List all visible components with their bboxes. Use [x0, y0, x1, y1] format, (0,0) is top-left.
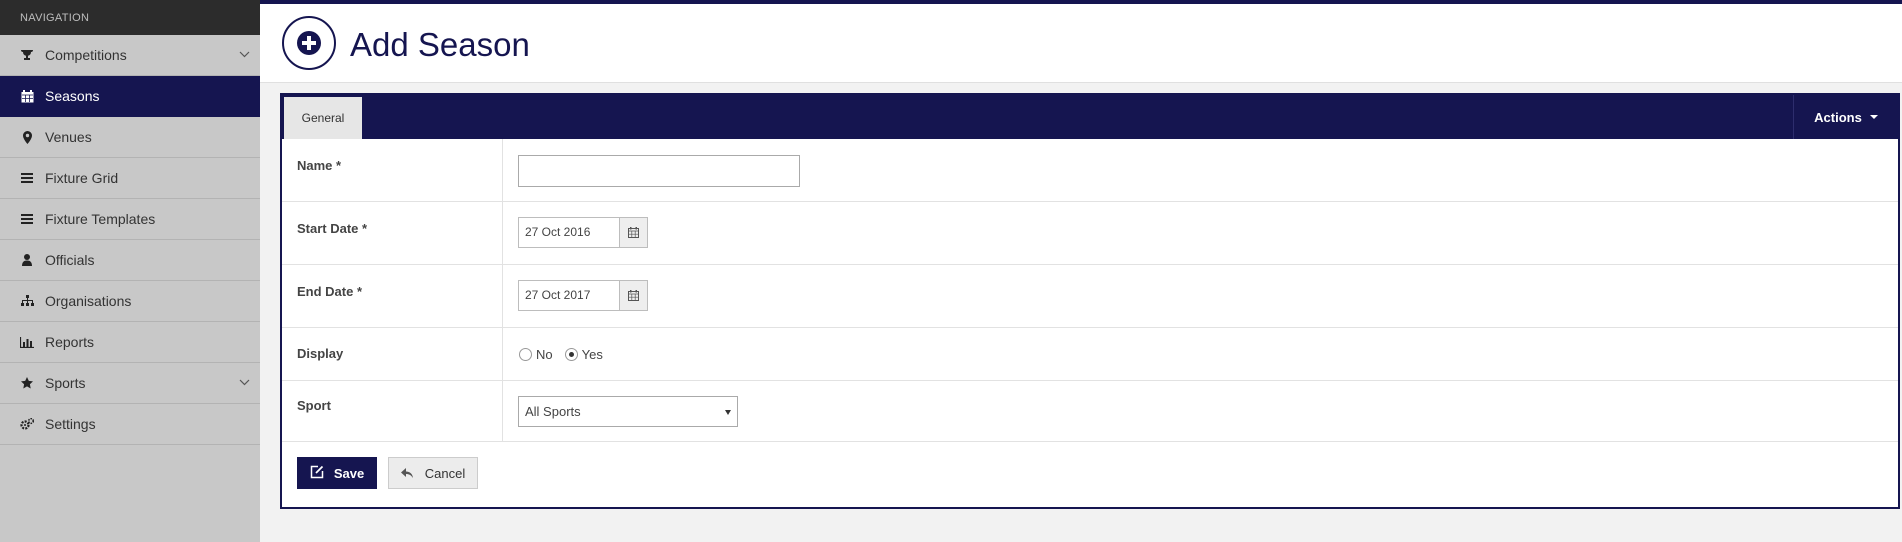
calendar-icon[interactable] — [619, 218, 647, 247]
sport-label: Sport — [297, 398, 331, 413]
start-date-picker: 27 Oct 2016 — [518, 217, 648, 248]
sidebar-item-organisations[interactable]: Organisations — [0, 281, 260, 322]
bar-chart-icon — [19, 334, 35, 350]
reply-icon — [400, 466, 413, 481]
actions-label: Actions — [1814, 109, 1862, 125]
start-date-field[interactable]: 27 Oct 2016 — [519, 218, 619, 247]
row-divider — [502, 381, 503, 441]
sidebar-item-sports[interactable]: Sports — [0, 363, 260, 404]
save-button[interactable]: Save — [297, 457, 377, 489]
end-date-picker: 27 Oct 2017 — [518, 280, 648, 311]
display-option-no[interactable]: No — [519, 347, 553, 362]
tab-general[interactable]: General — [284, 97, 362, 139]
plus-circle-icon — [282, 16, 336, 70]
page-title: Add Season — [350, 26, 530, 63]
sidebar-item-label: Organisations — [45, 293, 132, 309]
sitemap-icon — [19, 293, 35, 309]
map-marker-icon — [19, 129, 35, 145]
sidebar-item-label: Fixture Grid — [45, 170, 119, 186]
nav-header: NAVIGATION — [0, 0, 260, 35]
sidebar-item-seasons[interactable]: Seasons — [0, 76, 260, 117]
season-form-panel: General Actions Name * Start Date * 27 O… — [280, 93, 1900, 509]
sidebar-item-fixture-grid[interactable]: Fixture Grid — [0, 158, 260, 199]
radio-no[interactable] — [519, 348, 532, 361]
display-option-yes[interactable]: Yes — [564, 347, 603, 362]
sidebar-item-label: Reports — [45, 334, 95, 350]
form-row-start-date: Start Date * 27 Oct 2016 — [282, 202, 1898, 265]
radio-no-label: No — [536, 347, 553, 362]
actions-dropdown[interactable]: Actions — [1793, 95, 1898, 139]
caret-down-icon — [1869, 115, 1878, 119]
cancel-button[interactable]: Cancel — [388, 457, 478, 489]
trophy-icon — [19, 47, 35, 63]
sidebar-item-label: Seasons — [45, 88, 100, 104]
form-row-sport: Sport All Sports — [282, 381, 1898, 442]
calendar-icon — [19, 88, 35, 104]
user-icon — [19, 252, 35, 268]
save-label: Save — [333, 465, 365, 481]
radio-yes-label: Yes — [581, 347, 603, 362]
sidebar-item-label: Fixture Templates — [45, 211, 156, 227]
row-divider — [502, 328, 503, 380]
dropdown-arrow-icon — [725, 410, 731, 415]
cancel-label: Cancel — [424, 465, 466, 481]
form-row-display: Display No Yes — [282, 328, 1898, 381]
radio-yes[interactable] — [564, 348, 578, 361]
display-radio-group: No Yes — [519, 347, 615, 362]
sidebar-item-label: Officials — [45, 252, 95, 268]
sidebar-item-competitions[interactable]: Competitions — [0, 35, 260, 76]
sport-select-value: All Sports — [525, 404, 581, 419]
page-header: Add Season — [260, 4, 1902, 83]
name-field[interactable] — [518, 155, 800, 187]
row-divider — [502, 265, 503, 327]
list-icon — [19, 170, 35, 186]
calendar-icon[interactable] — [619, 281, 647, 310]
sidebar-item-label: Venues — [45, 129, 92, 145]
end-date-label: End Date * — [297, 284, 363, 299]
row-divider — [502, 139, 503, 201]
name-label: Name * — [297, 158, 342, 173]
chevron-down-icon — [239, 47, 250, 63]
form-actions: Save Cancel — [282, 442, 1898, 502]
tab-bar: General Actions — [282, 95, 1898, 139]
sidebar-item-settings[interactable]: Settings — [0, 404, 260, 445]
sidebar-item-label: Competitions — [45, 47, 127, 63]
form-row-end-date: End Date * 27 Oct 2017 — [282, 265, 1898, 328]
sidebar-item-fixture-templates[interactable]: Fixture Templates — [0, 199, 260, 240]
chevron-down-icon — [239, 375, 250, 391]
sidebar-item-officials[interactable]: Officials — [0, 240, 260, 281]
sidebar-item-label: Sports — [45, 375, 86, 391]
row-divider — [502, 202, 503, 264]
sport-select[interactable]: All Sports — [518, 396, 738, 427]
sidebar-item-venues[interactable]: Venues — [0, 117, 260, 158]
end-date-field[interactable]: 27 Oct 2017 — [519, 281, 619, 310]
display-label: Display — [297, 346, 344, 361]
sidebar-item-reports[interactable]: Reports — [0, 322, 260, 363]
sidebar-item-label: Settings — [45, 416, 96, 432]
star-icon — [19, 375, 35, 391]
cogs-icon — [19, 416, 35, 432]
list-icon — [19, 211, 35, 227]
edit-icon — [310, 465, 324, 482]
sidebar: NAVIGATION Competitions Seasons Venues F… — [0, 0, 260, 542]
form-row-name: Name * — [282, 139, 1898, 202]
start-date-label: Start Date * — [297, 221, 368, 236]
